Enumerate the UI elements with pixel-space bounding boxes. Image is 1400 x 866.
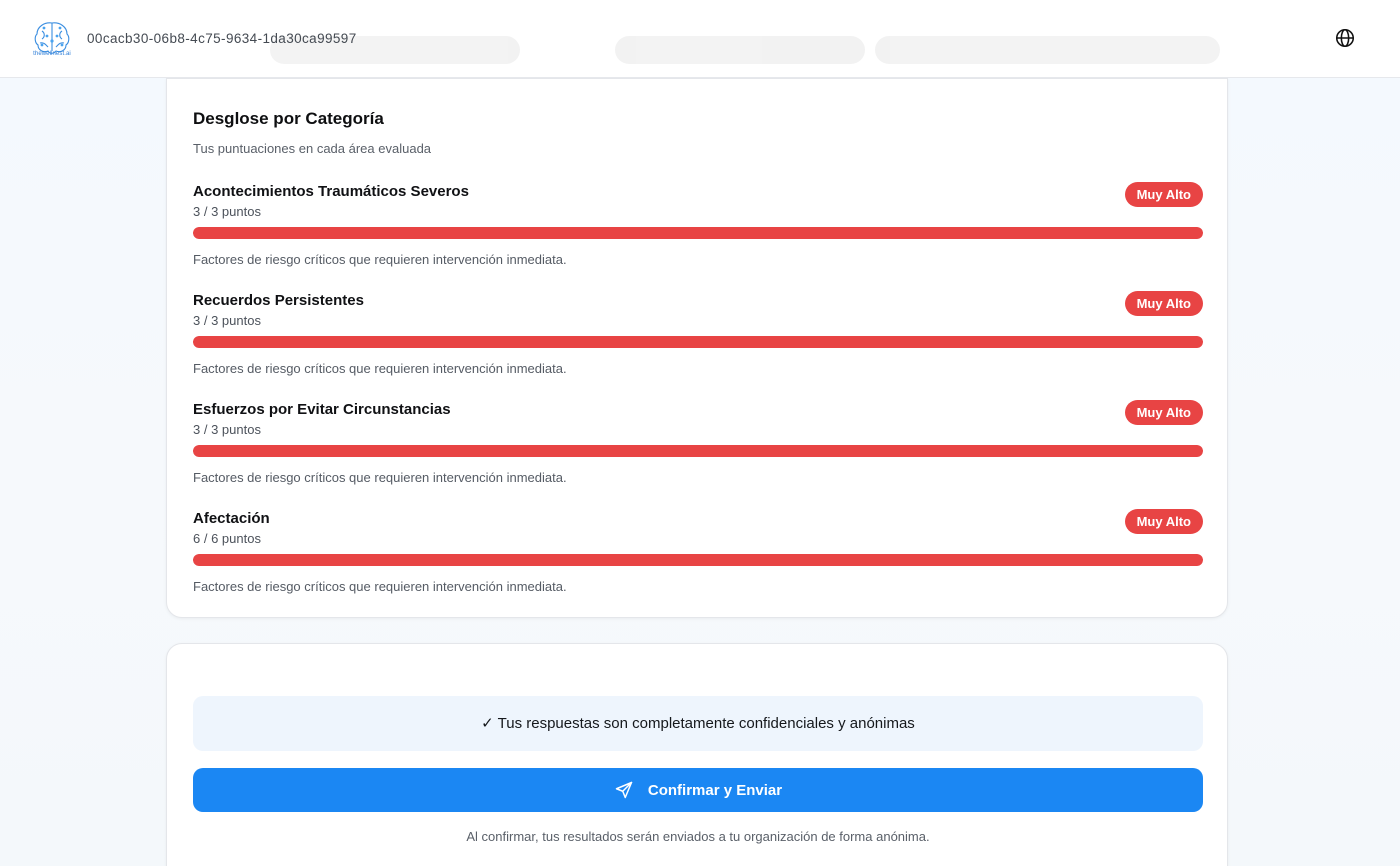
card-subtitle: Tus puntuaciones en cada área evaluada [193, 141, 432, 156]
card-title: Desglose por Categoría [193, 109, 384, 128]
progress-bar [193, 336, 1203, 348]
logo-text: thewellnest.ai [33, 51, 71, 57]
category-name: Afectación [193, 510, 270, 527]
session-id: 00cacb30-06b8-4c75-9634-1da30ca99597 [87, 31, 357, 46]
risk-level-badge: Muy Alto [1124, 291, 1203, 316]
risk-level-badge: Muy Alto [1124, 400, 1203, 425]
risk-level-badge: Muy Alto [1124, 182, 1203, 207]
confirmation-card: ✓ Tus respuestas son completamente confi… [166, 643, 1228, 866]
category-description: Factores de riesgo críticos que requiere… [193, 252, 567, 267]
category-description: Factores de riesgo críticos que requiere… [193, 361, 567, 376]
progress-fill [193, 445, 1203, 457]
category-item: Esfuerzos por Evitar Circunstancias 3 / … [193, 400, 1203, 501]
category-name: Acontecimientos Traumáticos Severos [193, 183, 469, 200]
category-item: Acontecimientos Traumáticos Severos 3 / … [193, 182, 1203, 283]
submit-footnote: Al confirmar, tus resultados serán envia… [466, 829, 930, 844]
progress-bar [193, 554, 1203, 566]
risk-level-badge: Muy Alto [1124, 509, 1203, 534]
category-score: 3 / 3 puntos [193, 313, 261, 328]
category-description: Factores de riesgo críticos que requiere… [193, 579, 567, 594]
category-item: Recuerdos Persistentes 3 / 3 puntos Muy … [193, 291, 1203, 392]
globe-icon[interactable] [1334, 27, 1356, 49]
progress-fill [193, 336, 1203, 348]
submit-label: Confirmar y Enviar [647, 781, 783, 799]
category-name: Recuerdos Persistentes [193, 292, 364, 309]
category-description: Factores de riesgo críticos que requiere… [193, 470, 567, 485]
category-score: 6 / 6 puntos [193, 531, 261, 546]
confirm-submit-button[interactable]: Confirmar y Enviar [193, 768, 1203, 812]
category-breakdown-card: Desglose por Categoría Tus puntuaciones … [166, 78, 1228, 618]
category-item: Afectación 6 / 6 puntos Muy Alto Factore… [193, 509, 1203, 610]
category-name: Esfuerzos por Evitar Circunstancias [193, 401, 451, 418]
category-score: 3 / 3 puntos [193, 422, 261, 437]
progress-fill [193, 227, 1203, 239]
send-icon [614, 780, 634, 800]
confidentiality-notice: ✓ Tus respuestas son completamente confi… [193, 696, 1203, 751]
ghost-tabs [270, 36, 1230, 66]
progress-fill [193, 554, 1203, 566]
progress-bar [193, 445, 1203, 457]
category-score: 3 / 3 puntos [193, 204, 261, 219]
top-bar: thewellnest.ai 00cacb30-06b8-4c75-9634-1… [0, 0, 1400, 78]
progress-bar [193, 227, 1203, 239]
